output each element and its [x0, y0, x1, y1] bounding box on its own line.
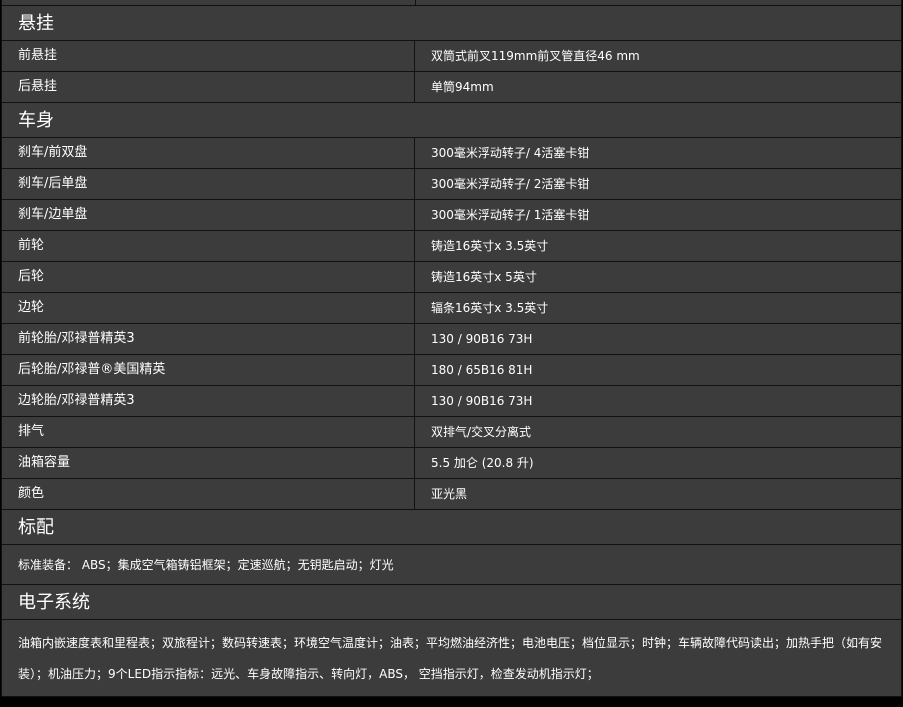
electronics-text: 油箱内嵌速度表和里程表；双旅程计；数码转速表；环境空气温度计；油表；平均燃油经济… — [2, 620, 901, 697]
section-header-electronics: 电子系统 — [2, 585, 901, 620]
section-header-standard: 标配 — [2, 510, 901, 545]
row-label: 前悬挂 — [2, 41, 415, 71]
table-row: 油箱容量 5.5 加仑 (20.8 升) — [2, 448, 901, 479]
row-label: 边轮 — [2, 293, 415, 323]
row-label: 排气 — [2, 417, 415, 447]
section-header-suspension: 悬挂 — [2, 6, 901, 41]
table-row: 边轮胎/邓禄普精英3 130 / 90B16 73H — [2, 386, 901, 417]
section-header-body: 车身 — [2, 103, 901, 138]
row-value: 5.5 加仑 (20.8 升) — [431, 456, 534, 470]
row-label: 刹车/后单盘 — [2, 169, 415, 199]
spec-table: 悬挂 前悬挂 双筒式前叉119mm前叉管直径46 mm 后悬挂 单筒94mm 车… — [1, 0, 902, 697]
table-row: 后悬挂 单筒94mm — [2, 72, 901, 103]
table-row: 前悬挂 双筒式前叉119mm前叉管直径46 mm — [2, 41, 901, 72]
row-label: 后悬挂 — [2, 72, 415, 102]
table-row: 后轮胎/邓禄普®美国精英 180 / 65B16 81H — [2, 355, 901, 386]
row-value: 130 / 90B16 73H — [431, 332, 533, 346]
row-label: 后轮胎/邓禄普®美国精英 — [2, 355, 415, 385]
row-value: 亚光黑 — [431, 487, 468, 501]
row-value: 辐条16英寸x 3.5英寸 — [431, 301, 549, 315]
table-row: 前轮胎/邓禄普精英3 130 / 90B16 73H — [2, 324, 901, 355]
row-label: 边轮胎/邓禄普精英3 — [2, 386, 415, 416]
table-row: 刹车/前双盘 300毫米浮动转子/ 4活塞卡钳 — [2, 138, 901, 169]
row-value: 双筒式前叉119mm前叉管直径46 mm — [431, 49, 640, 63]
table-row: 颜色 亚光黑 — [2, 479, 901, 510]
row-value: 180 / 65B16 81H — [431, 363, 533, 377]
row-value: 300毫米浮动转子/ 2活塞卡钳 — [431, 177, 590, 191]
table-row: 后轮 铸造16英寸x 5英寸 — [2, 262, 901, 293]
row-value: 单筒94mm — [431, 80, 494, 94]
row-value: 双排气/交叉分离式 — [431, 425, 532, 439]
row-label: 后轮 — [2, 262, 415, 292]
row-label: 颜色 — [2, 479, 415, 509]
row-value: 300毫米浮动转子/ 1活塞卡钳 — [431, 208, 590, 222]
table-row: 边轮 辐条16英寸x 3.5英寸 — [2, 293, 901, 324]
row-value: 300毫米浮动转子/ 4活塞卡钳 — [431, 146, 590, 160]
row-value: 铸造16英寸x 5英寸 — [431, 270, 537, 284]
row-label: 前轮 — [2, 231, 415, 261]
row-value: 铸造16英寸x 3.5英寸 — [431, 239, 549, 253]
standard-equipment-text: 标准装备： ABS；集成空气箱铸铝框架；定速巡航；无钥匙启动；灯光 — [2, 545, 901, 585]
table-row: 排气 双排气/交叉分离式 — [2, 417, 901, 448]
row-label: 刹车/前双盘 — [2, 138, 415, 168]
table-row: 刹车/后单盘 300毫米浮动转子/ 2活塞卡钳 — [2, 169, 901, 200]
row-label: 刹车/边单盘 — [2, 200, 415, 230]
row-label: 前轮胎/邓禄普精英3 — [2, 324, 415, 354]
row-label: 油箱容量 — [2, 448, 415, 478]
table-row: 刹车/边单盘 300毫米浮动转子/ 1活塞卡钳 — [2, 200, 901, 231]
table-row: 前轮 铸造16英寸x 3.5英寸 — [2, 231, 901, 262]
row-value: 130 / 90B16 73H — [431, 394, 533, 408]
